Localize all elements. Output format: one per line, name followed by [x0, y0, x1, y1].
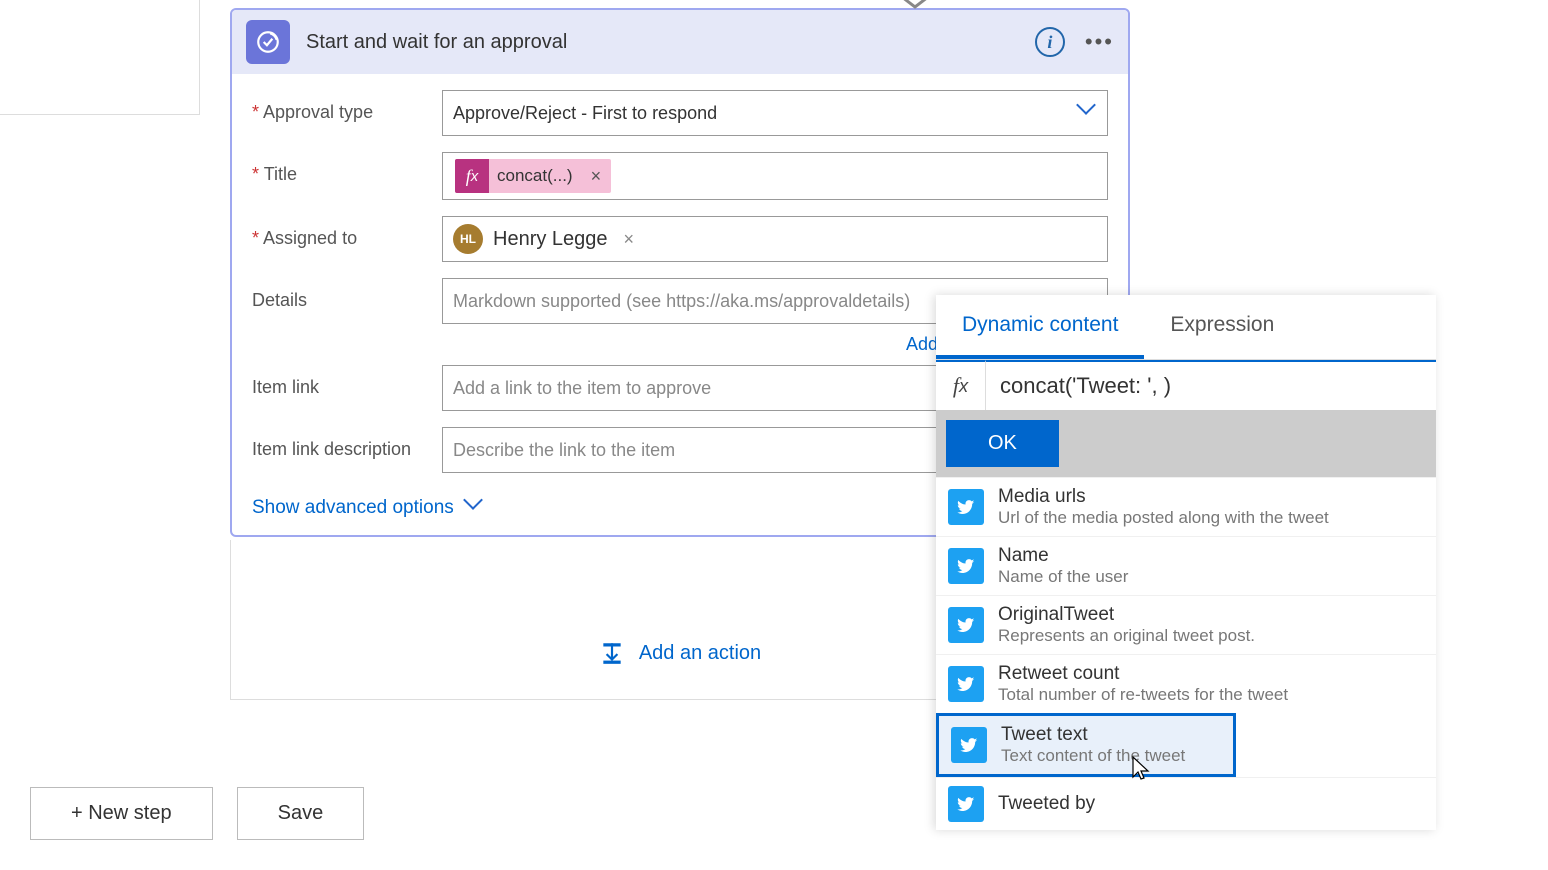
twitter-icon	[948, 548, 984, 584]
item-link-placeholder: Add a link to the item to approve	[453, 378, 711, 399]
twitter-icon	[948, 489, 984, 525]
details-label: Details	[252, 278, 442, 311]
dynamic-item-media-urls[interactable]: Media urls Url of the media posted along…	[936, 477, 1436, 536]
title-field[interactable]: fx concat(...) ×	[442, 152, 1108, 200]
details-placeholder: Markdown supported (see https://aka.ms/a…	[453, 291, 910, 312]
approval-type-select[interactable]: Approve/Reject - First to respond	[442, 90, 1108, 136]
dynamic-item-name[interactable]: Name Name of the user	[936, 536, 1436, 595]
approval-type-label: Approval type	[252, 90, 442, 123]
add-action-button[interactable]: Add an action	[599, 640, 761, 666]
dynamic-item-title: Retweet count	[998, 663, 1424, 685]
expression-row: fx	[936, 360, 1436, 410]
fx-icon: fx	[936, 360, 986, 410]
item-link-label: Item link	[252, 365, 442, 398]
person-token[interactable]: HL Henry Legge ×	[453, 224, 634, 254]
add-action-label: Add an action	[639, 642, 761, 665]
assigned-to-label: Assigned to	[252, 216, 442, 249]
assigned-to-field[interactable]: HL Henry Legge ×	[442, 216, 1108, 262]
dynamic-item-desc: Url of the media posted along with the t…	[998, 508, 1424, 528]
dynamic-item-desc: Represents an original tweet post.	[998, 626, 1424, 646]
card-title: Start and wait for an approval	[306, 31, 1035, 54]
card-header[interactable]: Start and wait for an approval i •••	[232, 10, 1128, 74]
approval-type-value: Approve/Reject - First to respond	[453, 103, 717, 124]
add-action-icon	[599, 640, 625, 666]
person-remove-icon[interactable]: ×	[624, 229, 635, 250]
dynamic-content-panel: Dynamic content Expression fx OK Media u…	[936, 295, 1436, 830]
item-link-desc-placeholder: Describe the link to the item	[453, 440, 675, 461]
dynamic-item-retweet-count[interactable]: Retweet count Total number of re-tweets …	[936, 654, 1436, 713]
item-link-desc-label: Item link description	[252, 427, 442, 460]
twitter-icon	[948, 666, 984, 702]
bottom-bar: + New step Save	[30, 787, 364, 840]
dynamic-item-original-tweet[interactable]: OriginalTweet Represents an original twe…	[936, 595, 1436, 654]
avatar: HL	[453, 224, 483, 254]
dynamic-item-title: Name	[998, 545, 1424, 567]
expression-input[interactable]	[986, 360, 1436, 410]
dynamic-item-title: Tweeted by	[998, 793, 1424, 815]
ok-button[interactable]: OK	[946, 420, 1059, 467]
title-label: Title	[252, 152, 442, 185]
dynamic-item-desc: Name of the user	[998, 567, 1424, 587]
tab-dynamic-content[interactable]: Dynamic content	[936, 295, 1144, 359]
dynamic-tabs: Dynamic content Expression	[936, 295, 1436, 360]
flow-arrow-icon	[900, 0, 930, 14]
fx-icon: fx	[455, 159, 489, 193]
dynamic-item-title: OriginalTweet	[998, 604, 1424, 626]
dynamic-item-title: Tweet text	[1001, 724, 1221, 746]
advanced-options-label: Show advanced options	[252, 497, 454, 519]
tab-expression[interactable]: Expression	[1144, 295, 1300, 359]
token-remove-icon[interactable]: ×	[581, 166, 612, 187]
twitter-icon	[948, 607, 984, 643]
chevron-down-icon	[466, 499, 484, 517]
more-icon[interactable]: •••	[1085, 29, 1114, 55]
left-panel-stub	[0, 0, 200, 115]
twitter-icon	[951, 727, 987, 763]
show-advanced-options[interactable]: Show advanced options	[252, 497, 484, 519]
dynamic-item-title: Media urls	[998, 486, 1424, 508]
dynamic-item-desc: Text content of the tweet	[1001, 746, 1221, 766]
save-button[interactable]: Save	[237, 787, 365, 840]
dynamic-item-desc: Total number of re-tweets for the tweet	[998, 685, 1424, 705]
expression-token[interactable]: fx concat(...) ×	[455, 159, 611, 193]
approval-icon	[246, 20, 290, 64]
dynamic-item-tweeted-by[interactable]: Tweeted by	[936, 777, 1436, 830]
chevron-down-icon	[1079, 104, 1097, 122]
expression-token-text: concat(...)	[489, 166, 581, 186]
dynamic-item-tweet-text[interactable]: Tweet text Text content of the tweet	[936, 713, 1236, 777]
info-icon[interactable]: i	[1035, 27, 1065, 57]
dynamic-content-list: Media urls Url of the media posted along…	[936, 477, 1436, 830]
twitter-icon	[948, 786, 984, 822]
person-name: Henry Legge	[493, 228, 608, 251]
new-step-button[interactable]: + New step	[30, 787, 213, 840]
